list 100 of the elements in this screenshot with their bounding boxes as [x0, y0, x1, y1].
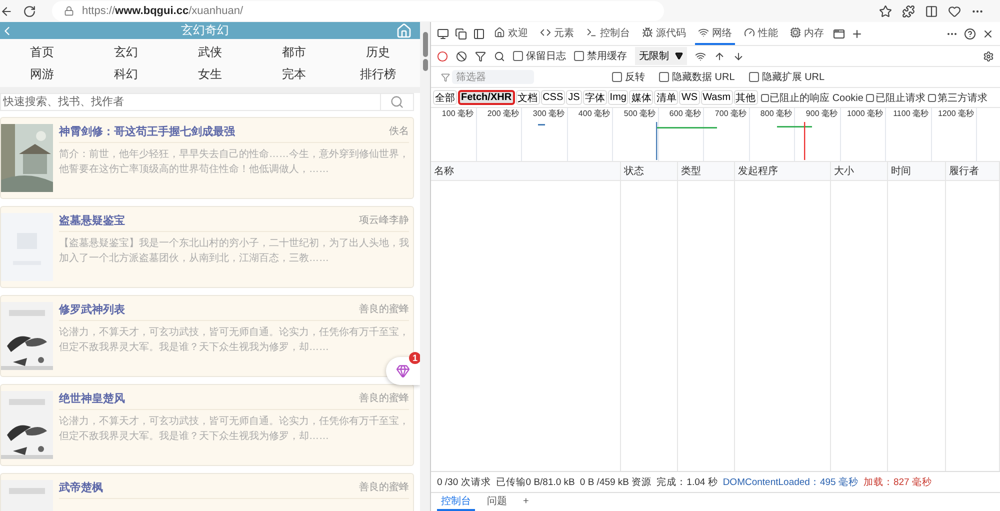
- filter-icon[interactable]: [475, 50, 486, 62]
- bug-icon: [642, 27, 653, 38]
- split-screen-icon[interactable]: [925, 4, 938, 18]
- nav-link[interactable]: 历史: [336, 43, 420, 61]
- puzzle-icon[interactable]: [902, 4, 915, 18]
- inspect-icon[interactable]: [437, 28, 449, 40]
- type-filter-button[interactable]: Img: [608, 90, 628, 105]
- devtools-tab[interactable]: 控制台: [583, 22, 633, 45]
- download-icon[interactable]: [733, 50, 744, 62]
- gauge-icon: [744, 27, 755, 38]
- code-icon: [540, 27, 551, 38]
- status-text: 已传输0 B/81.0 kB: [496, 476, 575, 488]
- nav-link[interactable]: 排行榜: [336, 65, 420, 83]
- nav-link[interactable]: 网游: [0, 65, 84, 83]
- record-icon[interactable]: [437, 50, 448, 62]
- search-field[interactable]: 快速搜索、找书、找作者: [0, 93, 380, 111]
- checkbox-option[interactable]: 隐藏数据 URL: [659, 70, 735, 84]
- column-header[interactable]: 类型: [678, 162, 735, 181]
- book-author: 善良的蜜蜂: [359, 480, 409, 495]
- nav-link[interactable]: 玄幻: [84, 43, 168, 61]
- column-header[interactable]: 名称: [431, 162, 621, 181]
- status-text: 加载：827 毫秒: [863, 476, 932, 488]
- heart-icon[interactable]: [948, 4, 961, 18]
- wifi-settings-icon[interactable]: [695, 50, 706, 62]
- checkbox-option[interactable]: 第三方请求: [928, 90, 988, 104]
- devtools-tab[interactable]: 性能: [741, 22, 781, 45]
- type-filter-button[interactable]: Fetch/XHR: [458, 90, 515, 105]
- nav-link[interactable]: 都市: [252, 43, 336, 61]
- reload-icon[interactable]: [23, 4, 36, 18]
- column-header[interactable]: 状态: [621, 162, 678, 181]
- type-filter-button[interactable]: WS: [679, 90, 700, 105]
- devtools-tab[interactable]: 内存: [787, 22, 827, 45]
- star-icon[interactable]: [879, 4, 892, 18]
- type-filter-button[interactable]: 清单: [654, 90, 678, 105]
- filter-field[interactable]: 筛选器: [452, 70, 534, 84]
- wifi-icon: [698, 27, 709, 38]
- type-filter-button[interactable]: CSS: [540, 90, 566, 105]
- devtools-tab[interactable]: 源代码: [639, 22, 689, 45]
- type-filter-button[interactable]: 文档: [516, 90, 540, 105]
- scrollbar[interactable]: [420, 22, 430, 511]
- book-card[interactable]: 绝世神皇楚风 善良的蜜蜂 论潜力，不算天才，可玄功武技，皆可无师自通。论实力，任凭你有万千至宝，但定不敌我界灵大军。我是谁？天下众生视我为修罗，却……: [0, 384, 414, 466]
- checkbox-option[interactable]: 已阻止请求: [866, 90, 926, 104]
- address-bar[interactable]: https://www.bqgui.cc/xuanhuan/: [52, 1, 664, 21]
- type-filter-button[interactable]: Wasm: [700, 90, 733, 105]
- close-icon[interactable]: [982, 28, 994, 40]
- help-icon[interactable]: [964, 28, 976, 40]
- plus-icon[interactable]: [851, 28, 863, 40]
- book-card[interactable]: 神霄剑修：哥这苟王手握七剑成最强 佚名 简介：前世，他年少轻狂，早早失去自己的性命……今生，意外穿到修仙世界，他誓要在这伤亡率顶级高的世界苟住性命！他低调做人，……: [0, 117, 414, 199]
- devtools-tab[interactable]: 元素: [537, 22, 577, 45]
- book-title[interactable]: 绝世神皇楚风: [59, 391, 125, 406]
- drawer-tab[interactable]: 问题: [483, 493, 511, 511]
- nav-link[interactable]: 女生: [168, 65, 252, 83]
- drawer-tab[interactable]: 控制台: [437, 493, 475, 511]
- sidebar-icon[interactable]: [473, 28, 485, 40]
- nav-link[interactable]: 首页: [0, 43, 84, 61]
- terminal-icon: [586, 27, 597, 38]
- home-icon: [494, 27, 505, 38]
- type-filter-button[interactable]: 媒体: [629, 90, 654, 105]
- nav-link[interactable]: 完本: [252, 65, 336, 83]
- book-card[interactable]: 武帝楚枫 善良的蜜蜂: [0, 473, 414, 511]
- book-title[interactable]: 武帝楚枫: [59, 480, 103, 495]
- book-intro: 简介：前世，他年少轻狂，早早失去自己的性命……今生，意外穿到修仙世界，他誓要在这伤亡率顶级高的世界苟住性命！他低调做人，……: [59, 148, 409, 177]
- clear-icon[interactable]: [456, 50, 467, 62]
- home-icon[interactable]: [396, 22, 412, 38]
- checkbox-option[interactable]: 反转: [612, 70, 645, 84]
- book-intro: 论潜力，不算天才，可玄功武技，皆可无师自通。论实力，任凭你有万千至宝，但定不敌我界灵大军。我是谁？天下众生视我为修罗，却……: [59, 326, 409, 355]
- column-header[interactable]: 发起程序: [735, 162, 831, 181]
- search-button[interactable]: [380, 93, 414, 111]
- book-card[interactable]: 盗墓悬疑鉴宝 项云峰李静 【盗墓悬疑鉴宝】我是一个东北山村的穷小子，二十世纪初，为了出人头地，我加入了一个北方派盗墓团伙，从南到北，江湖百态，三教……: [0, 206, 414, 288]
- type-filter-button[interactable]: 全部: [433, 90, 457, 105]
- back-icon[interactable]: [0, 4, 13, 18]
- timeline-tick: 400 毫秒: [568, 108, 613, 161]
- checkbox-option[interactable]: 已阻止的响应 Cookie: [760, 90, 864, 104]
- book-card[interactable]: 修罗武神列表 善良的蜜蜂 论潜力，不算天才，可玄功武技，皆可无师自通。论实力，任凭你有万千至宝，但定不敌我界灵大军。我是谁？天下众生视我为修罗，却……: [0, 295, 414, 377]
- checkbox-option[interactable]: 隐藏扩展 URL: [748, 70, 825, 84]
- book-title[interactable]: 神霄剑修：哥这苟王手握七剑成最强: [59, 124, 235, 139]
- nav-link[interactable]: 科幻: [84, 65, 168, 83]
- gem-icon: [396, 364, 410, 378]
- column-header[interactable]: 时间: [888, 162, 946, 181]
- column-header[interactable]: 大小: [831, 162, 888, 181]
- status-text: 0 /30 次请求: [437, 476, 491, 488]
- devtools-tab[interactable]: 欢迎: [491, 22, 531, 45]
- type-filter-button[interactable]: JS: [566, 90, 582, 105]
- nav-link[interactable]: 武侠: [168, 43, 252, 61]
- search-icon[interactable]: [494, 50, 505, 62]
- settings-icon[interactable]: [983, 50, 994, 62]
- upload-icon[interactable]: [714, 50, 725, 62]
- checkbox-option[interactable]: 禁用缓存: [574, 49, 627, 63]
- book-title[interactable]: 盗墓悬疑鉴宝: [59, 213, 125, 228]
- devtools-tab[interactable]: 网络: [695, 22, 735, 45]
- type-filter-button[interactable]: 字体: [582, 90, 607, 105]
- window-icon[interactable]: [833, 28, 845, 40]
- throttling-dropdown[interactable]: 无限制: [635, 47, 687, 65]
- checkbox-option[interactable]: 保留日志: [513, 49, 566, 63]
- book-intro: 论潜力，不算天才，可玄功武技，皆可无师自通。论实力，任凭你有万千至宝，但定不敌我界灵大军。我是谁？天下众生视我为修罗，却……: [59, 414, 409, 444]
- device-icon[interactable]: [455, 28, 467, 40]
- book-title[interactable]: 修罗武神列表: [59, 302, 125, 317]
- type-filter-button[interactable]: 其他: [734, 90, 758, 105]
- drawer-tab[interactable]: +: [519, 493, 533, 511]
- column-header[interactable]: 履行者: [946, 162, 1000, 181]
